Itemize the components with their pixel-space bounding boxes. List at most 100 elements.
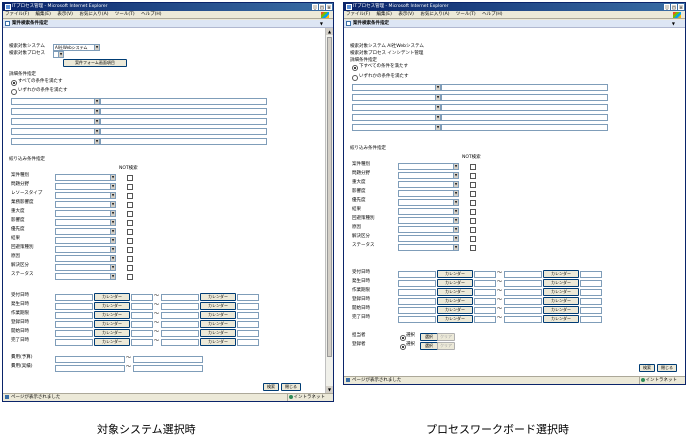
not-search-checkbox[interactable] <box>127 175 133 181</box>
radio-all-conditions[interactable] <box>11 80 17 86</box>
time-from-input[interactable] <box>474 271 496 278</box>
filter-select[interactable]: ▼ <box>55 255 116 262</box>
not-search-checkbox[interactable] <box>127 238 133 244</box>
condition-item-select[interactable]: ▼ <box>352 114 441 121</box>
close-button[interactable]: 閉じる <box>281 383 301 391</box>
system-select[interactable]: AI社Webシステム ▼ <box>53 44 100 51</box>
calendar-to-button[interactable]: カレンダー <box>543 279 579 287</box>
not-search-checkbox[interactable] <box>470 182 476 188</box>
calendar-to-button[interactable]: カレンダー <box>200 320 236 328</box>
filter-select[interactable]: ▼ <box>55 201 116 208</box>
date-from-input[interactable] <box>398 280 436 287</box>
filter-select[interactable]: ▼ <box>398 181 459 188</box>
time-to-input[interactable] <box>580 271 602 278</box>
date-from-input[interactable] <box>55 321 93 328</box>
filter-select[interactable]: ▼ <box>55 210 116 217</box>
time-to-input[interactable] <box>580 289 602 296</box>
condition-item-select[interactable]: ▼ <box>352 104 441 111</box>
menu-view[interactable]: 表示(V) <box>57 11 73 19</box>
scroll-thumb[interactable] <box>327 37 332 357</box>
vertical-scrollbar[interactable]: ▲ ▼ <box>325 28 333 393</box>
calendar-to-button[interactable]: カレンダー <box>200 302 236 310</box>
date-to-input[interactable] <box>161 294 199 301</box>
time-from-input[interactable] <box>131 339 153 346</box>
person-clear-button[interactable]: クリア <box>437 342 455 350</box>
minimize-button[interactable]: _ <box>664 4 670 10</box>
person-select-button[interactable]: 選択 <box>420 333 438 341</box>
filter-select[interactable]: ▼ <box>398 208 459 215</box>
menu-tools[interactable]: ツール(T) <box>456 11 476 19</box>
time-from-input[interactable] <box>131 330 153 337</box>
time-from-input[interactable] <box>131 303 153 310</box>
calendar-from-button[interactable]: カレンダー <box>94 320 130 328</box>
date-from-input[interactable] <box>398 271 436 278</box>
condition-item-select[interactable]: ▼ <box>11 98 100 105</box>
maximize-button[interactable]: □ <box>319 4 325 10</box>
time-to-input[interactable] <box>580 298 602 305</box>
collapse-icon[interactable]: ▼ <box>320 20 323 28</box>
condition-item-select[interactable]: ▼ <box>352 94 441 101</box>
condition-value-input[interactable] <box>441 84 608 91</box>
filter-select[interactable]: ▼ <box>55 183 116 190</box>
menu-tools[interactable]: ツール(T) <box>115 11 135 19</box>
person-select-button[interactable]: 選択 <box>420 342 438 350</box>
condition-item-select[interactable]: ▼ <box>11 108 100 115</box>
time-to-input[interactable] <box>580 307 602 314</box>
calendar-from-button[interactable]: カレンダー <box>94 293 130 301</box>
calendar-to-button[interactable]: カレンダー <box>543 315 579 323</box>
minimize-button[interactable]: _ <box>312 4 318 10</box>
filter-select[interactable]: ▼ <box>398 244 459 251</box>
maximize-button[interactable]: □ <box>671 4 677 10</box>
not-search-checkbox[interactable] <box>470 200 476 206</box>
condition-value-input[interactable] <box>100 108 267 115</box>
not-search-checkbox[interactable] <box>127 256 133 262</box>
menu-help[interactable]: ヘルプ(H) <box>141 11 161 19</box>
date-from-input[interactable] <box>398 298 436 305</box>
calendar-from-button[interactable]: カレンダー <box>437 288 473 296</box>
not-search-checkbox[interactable] <box>127 184 133 190</box>
calendar-from-button[interactable]: カレンダー <box>437 279 473 287</box>
condition-item-select[interactable]: ▼ <box>352 124 441 131</box>
date-to-input[interactable] <box>161 321 199 328</box>
not-search-checkbox[interactable] <box>127 211 133 217</box>
calendar-to-button[interactable]: カレンダー <box>200 329 236 337</box>
not-search-checkbox[interactable] <box>470 236 476 242</box>
not-search-checkbox[interactable] <box>470 173 476 179</box>
date-to-input[interactable] <box>504 307 542 314</box>
filter-select[interactable]: ▼ <box>398 163 459 170</box>
time-from-input[interactable] <box>131 294 153 301</box>
calendar-to-button[interactable]: カレンダー <box>200 338 236 346</box>
form-items-button[interactable]: 案件フォーム画面項目 <box>63 59 127 67</box>
time-from-input[interactable] <box>474 289 496 296</box>
not-search-checkbox[interactable] <box>127 229 133 235</box>
time-to-input[interactable] <box>237 321 259 328</box>
not-search-checkbox[interactable] <box>470 164 476 170</box>
filter-select[interactable]: ▼ <box>55 273 116 280</box>
date-to-input[interactable] <box>504 316 542 323</box>
time-from-input[interactable] <box>131 321 153 328</box>
process-select[interactable]: ▼ <box>53 51 64 58</box>
condition-value-input[interactable] <box>441 124 608 131</box>
time-from-input[interactable] <box>474 298 496 305</box>
collapse-icon[interactable]: ▼ <box>672 20 675 28</box>
not-search-checkbox[interactable] <box>127 247 133 253</box>
date-to-input[interactable] <box>161 312 199 319</box>
calendar-from-button[interactable]: カレンダー <box>437 297 473 305</box>
condition-value-input[interactable] <box>441 104 608 111</box>
date-from-input[interactable] <box>55 330 93 337</box>
close-window-button[interactable]: × <box>326 4 332 10</box>
filter-select[interactable]: ▼ <box>398 235 459 242</box>
search-button[interactable]: 検索 <box>639 364 655 372</box>
condition-item-select[interactable]: ▼ <box>11 118 100 125</box>
filter-select[interactable]: ▼ <box>55 219 116 226</box>
calendar-from-button[interactable]: カレンダー <box>437 315 473 323</box>
date-from-input[interactable] <box>55 294 93 301</box>
time-to-input[interactable] <box>237 312 259 319</box>
filter-select[interactable]: ▼ <box>55 246 116 253</box>
filter-select[interactable]: ▼ <box>55 192 116 199</box>
condition-value-input[interactable] <box>100 98 267 105</box>
person-clear-button[interactable]: クリア <box>437 333 455 341</box>
condition-value-input[interactable] <box>441 94 608 101</box>
filter-select[interactable]: ▼ <box>55 174 116 181</box>
menu-favorites[interactable]: お気に入り(A) <box>79 11 108 19</box>
